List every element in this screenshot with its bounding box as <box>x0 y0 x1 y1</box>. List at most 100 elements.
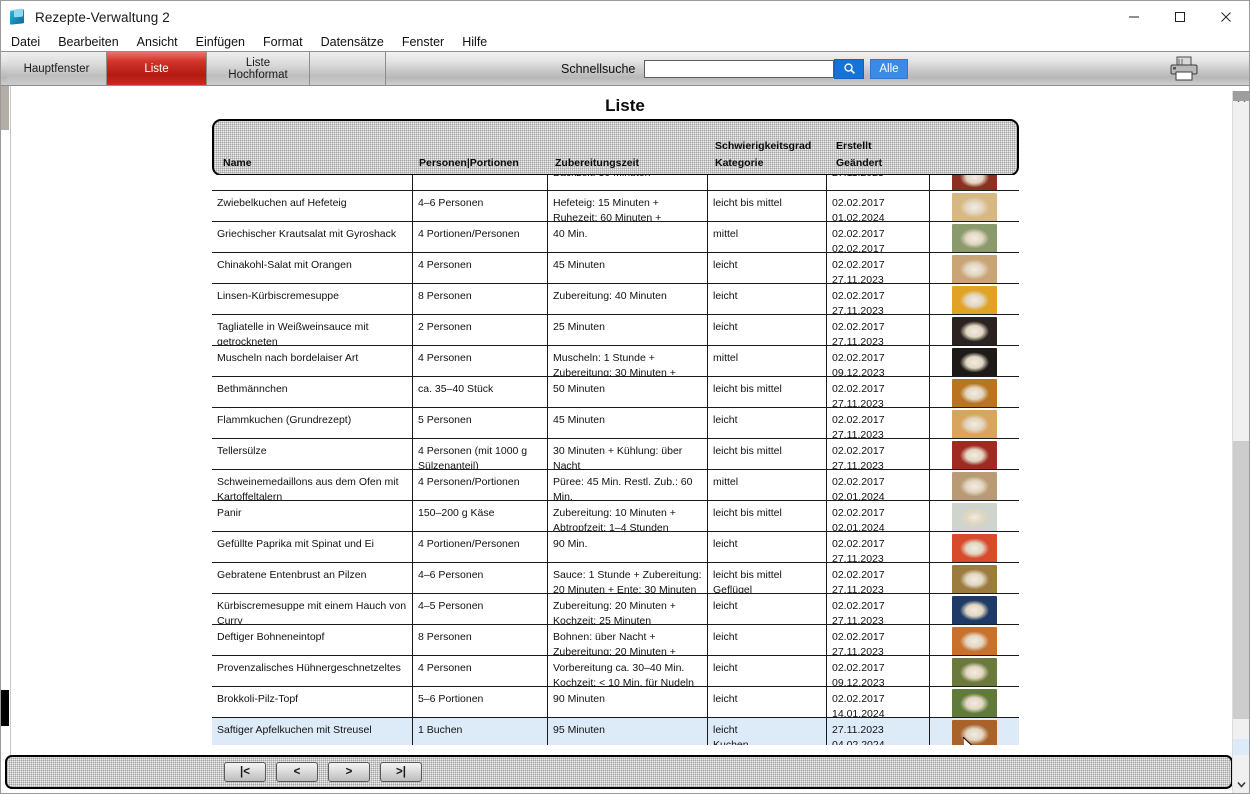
cell-zubereitungszeit: Bohnen: über Nacht + Zubereitung: 20 Min… <box>548 625 708 655</box>
recipe-thumbnail-image <box>952 193 997 221</box>
cell-schwierigkeitsgrad-kategorie: leicht <box>708 532 827 562</box>
column-header-kategorie[interactable]: Kategorie <box>715 157 763 169</box>
table-row[interactable]: Deftiger Bohneneintopf8 PersonenBohnen: … <box>212 625 1019 656</box>
recipe-thumbnail-image <box>952 255 997 283</box>
menu-item-format[interactable]: Format <box>263 35 303 49</box>
table-row[interactable]: Saftiger Apfelkuchen mit Streusel1 Buche… <box>212 718 1019 745</box>
table-row[interactable]: Provenzalisches Hühnergeschnetzeltes4 Pe… <box>212 656 1019 687</box>
erstellt-value: 02.02.2017 <box>832 258 925 273</box>
maximize-icon[interactable] <box>1157 1 1203 33</box>
tab-liste-hochformat-label-line2: Hochformat <box>228 69 287 81</box>
schwierigkeitsgrad-value: leicht <box>713 289 822 304</box>
column-header-schwierigkeitsgrad[interactable]: Schwierigkeitsgrad <box>715 140 811 152</box>
table-row[interactable]: Gefüllte Paprika mit Spinat und Ei4 Port… <box>212 532 1019 563</box>
table-row[interactable]: Chinakohl-Salat mit Orangen4 Personen45 … <box>212 253 1019 284</box>
cell-schwierigkeitsgrad-kategorie: mittel <box>708 346 827 376</box>
cell-thumbnail <box>930 346 1019 376</box>
menu-item-ansicht[interactable]: Ansicht <box>137 35 178 49</box>
cell-zubereitungszeit: Vorbereitung ca. 30–40 Min. Kochzeit: < … <box>548 656 708 686</box>
geaendert-value: 02.02.2017 <box>832 242 925 253</box>
cell-zubereitungszeit: Zubereitung: 20 Minuten + Kochzeit: 25 M… <box>548 594 708 624</box>
scrollbar-thumb[interactable] <box>1233 441 1249 719</box>
table-row[interactable]: Tagliatelle in Weißweinsauce mit getrock… <box>212 315 1019 346</box>
table-row[interactable]: Schweinemedaillons aus dem Ofen mit Kart… <box>212 470 1019 501</box>
window-controls <box>1111 1 1249 33</box>
cell-schwierigkeitsgrad-kategorie: leicht bis mittel <box>708 501 827 531</box>
geaendert-value: 02.01.2024 <box>832 521 925 532</box>
table-row[interactable]: Zwiebelkuchen auf Hefeteig4–6 PersonenHe… <box>212 191 1019 222</box>
cell-name: Saftiger Apfelkuchen mit Streusel <box>212 718 413 745</box>
erstellt-value: 02.02.2017 <box>832 413 925 428</box>
printer-icon[interactable] <box>1167 56 1201 82</box>
column-header-zubereitungszeit[interactable]: Zubereitungszeit <box>555 157 639 169</box>
table-row[interactable]: Gebratene Entenbrust an Pilzen4–6 Person… <box>212 563 1019 594</box>
cell-name: Linsen-Kürbiscremesuppe <box>212 284 413 314</box>
cell-zubereitungszeit: 95 Minuten <box>548 718 708 745</box>
tab-liste-hochformat[interactable]: Liste Hochformat <box>207 52 310 85</box>
minimize-icon[interactable] <box>1111 1 1157 33</box>
menu-item-datensaetze[interactable]: Datensätze <box>321 35 384 49</box>
scrollbar-selection-marker <box>1233 739 1249 755</box>
first-record-button[interactable]: |< <box>224 762 266 782</box>
erstellt-value: 02.02.2017 <box>832 506 925 521</box>
cell-name: Deftiger Bohneneintopf <box>212 625 413 655</box>
cell-schwierigkeitsgrad-kategorie: leicht bis mittel <box>708 377 827 407</box>
cell-schwierigkeitsgrad-kategorie: leicht <box>708 315 827 345</box>
cell-schwierigkeitsgrad-kategorie: leicht <box>708 625 827 655</box>
cell-thumbnail <box>930 377 1019 407</box>
column-header-geaendert[interactable]: Geändert <box>836 157 882 169</box>
previous-record-button[interactable]: < <box>276 762 318 782</box>
search-input[interactable] <box>644 60 834 78</box>
table-row[interactable]: Backzeit: 30 Minuten27.11.2023 <box>212 175 1019 191</box>
table-row[interactable]: Flammkuchen (Grundrezept)5 Personen45 Mi… <box>212 408 1019 439</box>
close-icon[interactable] <box>1203 1 1249 33</box>
layout-tabs: Hauptfenster Liste Liste Hochformat <box>7 52 386 85</box>
column-header-name[interactable]: Name <box>223 157 252 169</box>
tab-hauptfenster[interactable]: Hauptfenster <box>7 52 107 85</box>
schwierigkeitsgrad-value: leicht bis mittel <box>713 382 822 397</box>
tab-liste-hochformat-label-line1: Liste <box>246 57 270 69</box>
schwierigkeitsgrad-value: leicht <box>713 537 822 552</box>
vertical-scrollbar[interactable] <box>1232 91 1249 793</box>
menu-item-datei[interactable]: Datei <box>11 35 40 49</box>
erstellt-value: 02.02.2017 <box>832 475 925 490</box>
all-button[interactable]: Alle <box>870 59 907 79</box>
table-row[interactable]: Muscheln nach bordelaiser Art4 PersonenM… <box>212 346 1019 377</box>
cell-schwierigkeitsgrad-kategorie: leicht <box>708 687 827 717</box>
erstellt-value: 02.02.2017 <box>832 289 925 304</box>
cell-erstellt-geaendert: 02.02.201701.02.2024 <box>827 191 930 221</box>
table-row[interactable]: Brokkoli-Pilz-Topf5–6 Portionen90 Minute… <box>212 687 1019 718</box>
cell-thumbnail <box>930 687 1019 717</box>
last-record-button[interactable]: >| <box>380 762 422 782</box>
column-header-erstellt[interactable]: Erstellt <box>836 140 872 152</box>
erstellt-value: 02.02.2017 <box>832 661 925 676</box>
table-row[interactable]: Linsen-Kürbiscremesuppe8 PersonenZuberei… <box>212 284 1019 315</box>
table-row[interactable]: Panir150–200 g KäseZubereitung: 10 Minut… <box>212 501 1019 532</box>
menu-item-bearbeiten[interactable]: Bearbeiten <box>58 35 118 49</box>
table-row[interactable]: Bethmännchenca. 35–40 Stück50 Minutenlei… <box>212 377 1019 408</box>
table-row[interactable]: Griechischer Krautsalat mit Gyroshack4 P… <box>212 222 1019 253</box>
tab-liste[interactable]: Liste <box>107 52 207 85</box>
left-gutter[interactable] <box>1 86 11 765</box>
cell-zubereitungszeit: 90 Minuten <box>548 687 708 717</box>
search-label: Schnellsuche <box>561 62 635 76</box>
search-button[interactable] <box>834 59 864 79</box>
table-row[interactable]: Kürbiscremesuppe mit einem Hauch von Cur… <box>212 594 1019 625</box>
geaendert-value: 27.11.2023 <box>832 645 925 656</box>
cell-personen-portionen: 4 Personen <box>413 656 548 686</box>
geaendert-value: 09.12.2023 <box>832 676 925 687</box>
cell-personen-portionen: 4 Personen (mit 1000 g Sülzenanteil) <box>413 439 548 469</box>
table-rows: Backzeit: 30 Minuten27.11.2023Zwiebelkuc… <box>212 175 1019 745</box>
geaendert-value: 27.11.2023 <box>832 175 925 181</box>
cell-thumbnail <box>930 253 1019 283</box>
cell-thumbnail <box>930 563 1019 593</box>
menu-item-einfuegen[interactable]: Einfügen <box>196 35 245 49</box>
menu-item-fenster[interactable]: Fenster <box>402 35 444 49</box>
chevron-down-icon[interactable] <box>1233 776 1249 793</box>
column-header-personen-portionen[interactable]: Personen|Portionen <box>419 157 519 169</box>
recipe-thumbnail-image <box>952 224 997 252</box>
next-record-button[interactable]: > <box>328 762 370 782</box>
table-row[interactable]: Tellersülze4 Personen (mit 1000 g Sülzen… <box>212 439 1019 470</box>
cell-name: Gebratene Entenbrust an Pilzen <box>212 563 413 593</box>
menu-item-hilfe[interactable]: Hilfe <box>462 35 487 49</box>
